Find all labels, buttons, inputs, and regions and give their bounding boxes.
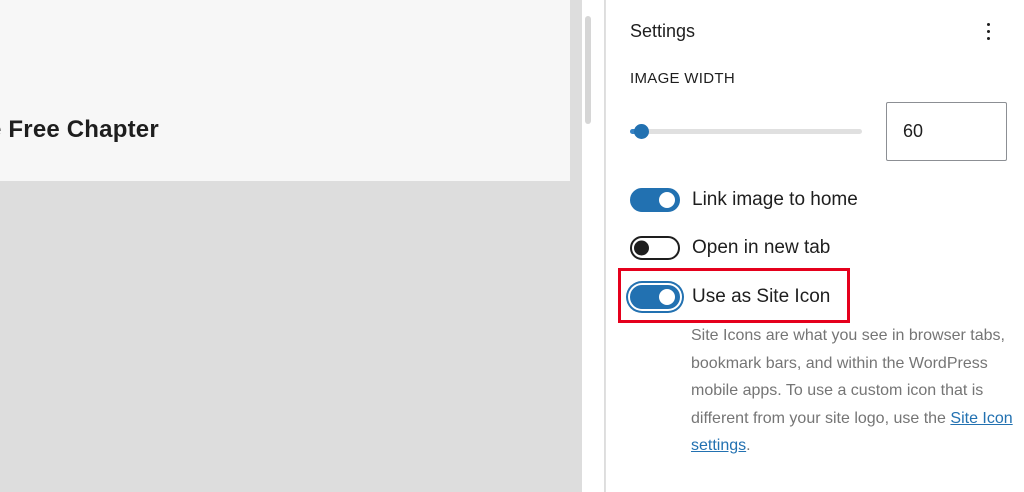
more-options-button[interactable] (978, 16, 998, 46)
slider-thumb[interactable] (634, 124, 649, 139)
block-heading-fragment[interactable]: e Free Chapter (0, 116, 159, 144)
open-in-new-tab-label: Open in new tab (692, 237, 831, 258)
editor-scrollbar-thumb[interactable] (585, 16, 591, 124)
slider-rail (630, 129, 862, 134)
toggle-knob (634, 240, 649, 256)
editor-canvas (0, 0, 570, 181)
site-icon-help-text: Site Icons are what you see in browser t… (691, 327, 1013, 454)
toggle-knob (659, 192, 675, 208)
annotation-highlight-box (618, 268, 850, 323)
vertical-ellipsis-icon (986, 22, 990, 26)
settings-panel-title: Settings (630, 21, 696, 41)
image-width-label: IMAGE WIDTH (630, 70, 735, 87)
image-width-input[interactable] (886, 102, 1007, 161)
image-width-slider[interactable] (630, 122, 862, 142)
toggle-row-new-tab[interactable]: Open in new tab (630, 233, 830, 263)
link-image-to-home-label: Link image to home (692, 189, 858, 210)
open-in-new-tab-toggle[interactable] (630, 236, 680, 260)
link-image-to-home-toggle[interactable] (630, 188, 680, 212)
toggle-row-link-home[interactable]: Link image to home (630, 185, 858, 215)
